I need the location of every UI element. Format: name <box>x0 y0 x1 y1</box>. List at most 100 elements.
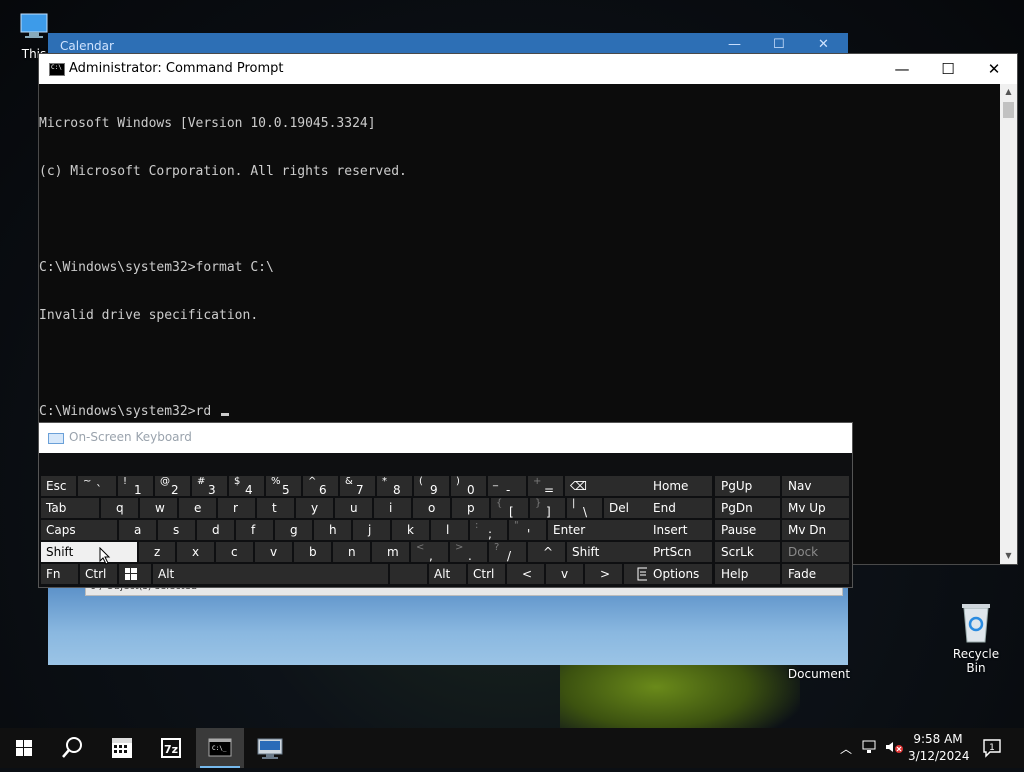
calendar-maximize-button[interactable]: ☐ <box>773 37 785 52</box>
osk-key-caps[interactable]: Caps <box>41 520 118 540</box>
osk-key-[interactable]: ⌫ <box>565 476 650 496</box>
osk-key-[interactable]: " ' <box>509 520 547 541</box>
osk-key-o[interactable]: o <box>413 498 451 518</box>
osk-nav-key-pgup[interactable]: PgUp <box>715 476 781 496</box>
osk-nav-key-mv-up[interactable]: Mv Up <box>782 498 850 518</box>
osk-key-3[interactable]: #3 <box>192 476 228 497</box>
cmd-minimize-button[interactable]: — <box>879 54 925 84</box>
osk-key-j[interactable]: j <box>353 520 391 540</box>
document-desktop-label[interactable]: Document <box>786 667 852 681</box>
calendar-close-button[interactable]: ✕ <box>818 37 829 52</box>
osk-key-f[interactable]: f <box>236 520 274 540</box>
osk-key-shift[interactable]: Shift <box>41 542 138 562</box>
osk-key-2[interactable]: @2 <box>155 476 191 497</box>
scroll-up-arrow-icon[interactable]: ▲ <box>1000 84 1017 100</box>
scroll-thumb[interactable] <box>1003 102 1014 118</box>
osk-nav-key-help[interactable]: Help <box>715 564 781 584</box>
osk-nav-key-pgdn[interactable]: PgDn <box>715 498 781 518</box>
taskbar-7zip-app[interactable]: 7z <box>147 728 195 768</box>
osk-key-v[interactable]: v <box>546 564 584 584</box>
osk-key-[interactable]: < <box>507 564 545 584</box>
cmd-maximize-button[interactable]: ☐ <box>925 54 971 84</box>
osk-key-0[interactable]: ) 0 <box>451 476 487 497</box>
console-input[interactable]: C:\Windows\system32>rd <box>39 404 219 419</box>
osk-key-[interactable]: ^ <box>528 542 566 562</box>
osk-key-tab[interactable]: Tab <box>41 498 100 518</box>
osk-nav-key-prtscn[interactable]: PrtScn <box>647 542 713 562</box>
osk-key-a[interactable]: a <box>119 520 157 540</box>
osk-nav-key-fade[interactable]: Fade <box>782 564 850 584</box>
osk-key-n[interactable]: n <box>333 542 371 562</box>
osk-key-[interactable]: }] <box>530 498 566 519</box>
osk-nav-key-mv-dn[interactable]: Mv Dn <box>782 520 850 540</box>
osk-nav-key-scrlk[interactable]: ScrLk <box>715 542 781 562</box>
osk-key-m[interactable]: m <box>372 542 410 562</box>
search-button[interactable] <box>48 728 96 768</box>
osk-key-[interactable]: > <box>585 564 623 584</box>
osk-nav-key-options[interactable]: Options <box>647 564 713 584</box>
osk-key-del[interactable]: Del <box>604 498 651 518</box>
osk-key-k[interactable]: k <box>392 520 430 540</box>
show-hidden-icons-chevron-icon[interactable]: ︿ <box>840 740 852 757</box>
osk-key-alt[interactable]: Alt <box>153 564 389 584</box>
osk-key-9[interactable]: (9 <box>414 476 450 497</box>
taskbar-command-prompt-app[interactable]: C:\_ <box>196 728 244 768</box>
osk-key-x[interactable]: x <box>177 542 215 562</box>
osk-nav-key-nav[interactable]: Nav <box>782 476 850 496</box>
system-clock[interactable]: 9:58 AM 3/12/2024 <box>908 731 970 765</box>
taskbar-calendar-app[interactable] <box>98 728 146 768</box>
recycle-bin-desktop-icon[interactable]: Recycle Bin <box>944 600 1008 675</box>
osk-key-p[interactable]: p <box>452 498 490 518</box>
taskbar-network-app[interactable] <box>246 728 294 768</box>
osk-key-d[interactable]: d <box>197 520 235 540</box>
osk-key-w[interactable]: w <box>140 498 178 518</box>
osk-key-space[interactable] <box>390 564 428 584</box>
osk-key-h[interactable]: h <box>314 520 352 540</box>
osk-key-ctrl[interactable]: Ctrl <box>468 564 506 584</box>
osk-key-v[interactable]: v <box>255 542 293 562</box>
on-screen-keyboard-window[interactable]: On-Screen Keyboard Esc ~ `! 1 @2 #3 $4% 5 ^ 6 & 7 * 8… <box>38 422 853 588</box>
osk-key-g[interactable]: g <box>275 520 313 540</box>
osk-key-7[interactable]: & 7 <box>340 476 376 497</box>
osk-key-windows[interactable] <box>119 564 152 584</box>
cmd-titlebar[interactable]: Administrator: Command Prompt — ☐ ✕ <box>39 54 1017 84</box>
osk-key-5[interactable]: % 5 <box>266 476 302 497</box>
osk-key-8[interactable]: * 8 <box>377 476 413 497</box>
osk-key-[interactable]: :; <box>470 520 508 541</box>
osk-nav-key-end[interactable]: End <box>647 498 713 518</box>
osk-key-[interactable]: {[ <box>491 498 529 519</box>
osk-nav-key-home[interactable]: Home <box>647 476 713 496</box>
osk-key-i[interactable]: i <box>374 498 412 518</box>
osk-nav-key-dock[interactable]: Dock <box>782 542 850 562</box>
start-button[interactable] <box>0 728 48 768</box>
osk-nav-key-pause[interactable]: Pause <box>715 520 781 540</box>
osk-key-b[interactable]: b <box>294 542 332 562</box>
notification-center-button[interactable]: 1 <box>982 738 1006 761</box>
console-prompt-line[interactable]: C:\Windows\system32>rd <box>39 404 999 420</box>
osk-titlebar[interactable]: On-Screen Keyboard <box>39 423 852 453</box>
osk-key-z[interactable]: z <box>139 542 176 562</box>
osk-key-esc[interactable]: Esc <box>41 476 77 496</box>
osk-key-t[interactable]: t <box>257 498 295 518</box>
osk-key-[interactable]: _ - <box>488 476 527 497</box>
osk-key-r[interactable]: r <box>218 498 256 518</box>
osk-key-[interactable]: ? / <box>489 542 527 563</box>
osk-key-y[interactable]: y <box>296 498 334 518</box>
osk-key-l[interactable]: l <box>431 520 469 540</box>
osk-key-4[interactable]: $4 <box>229 476 265 497</box>
osk-key-fn[interactable]: Fn <box>41 564 79 584</box>
osk-key-[interactable]: ~ ` <box>78 476 117 497</box>
cmd-close-button[interactable]: ✕ <box>971 54 1017 84</box>
calendar-minimize-button[interactable]: — <box>728 37 741 52</box>
osk-key-c[interactable]: c <box>216 542 254 562</box>
osk-key-q[interactable]: q <box>101 498 139 518</box>
osk-key-s[interactable]: s <box>158 520 196 540</box>
osk-key-e[interactable]: e <box>179 498 217 518</box>
cmd-vertical-scrollbar[interactable]: ▲ ▼ <box>1000 84 1017 564</box>
osk-nav-key-insert[interactable]: Insert <box>647 520 713 540</box>
osk-key-u[interactable]: u <box>335 498 373 518</box>
osk-key-[interactable]: >. <box>450 542 488 563</box>
osk-key-6[interactable]: ^ 6 <box>303 476 339 497</box>
osk-key-[interactable]: <, <box>411 542 449 563</box>
scroll-down-arrow-icon[interactable]: ▼ <box>1000 548 1017 564</box>
